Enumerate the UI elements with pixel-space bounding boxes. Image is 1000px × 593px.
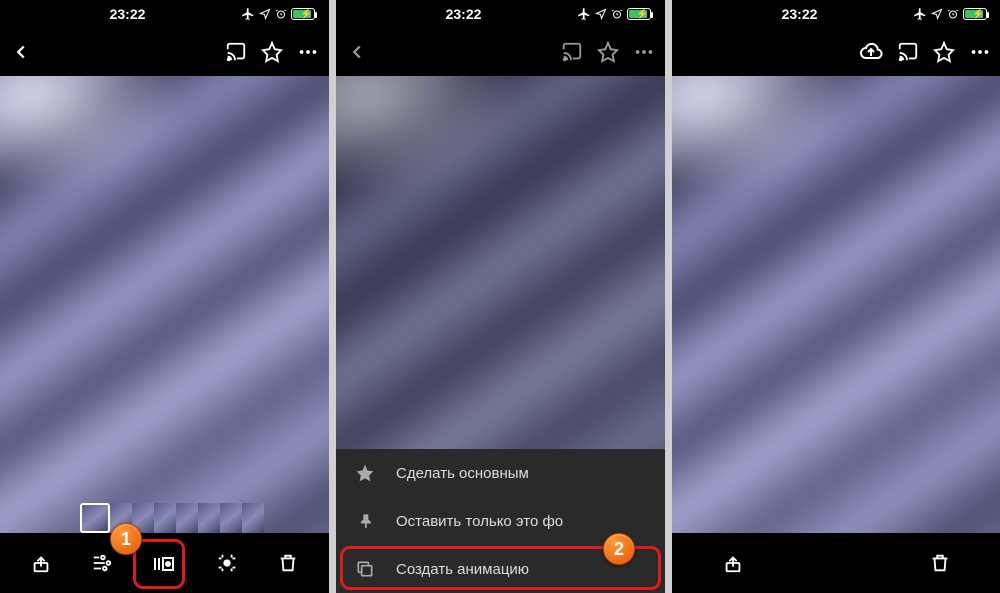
filmstrip-thumb[interactable] (154, 503, 176, 533)
status-icons: ⚡ (241, 7, 315, 21)
motion-filmstrip[interactable] (80, 503, 299, 533)
airplane-icon (913, 7, 927, 21)
star-icon[interactable] (261, 41, 283, 63)
alarm-icon (947, 8, 959, 20)
status-icons: ⚡ (913, 7, 987, 21)
filmstrip-thumb[interactable] (110, 503, 132, 533)
more-icon[interactable] (633, 41, 655, 63)
motion-photo-icon[interactable] (152, 551, 176, 575)
trash-icon[interactable] (929, 552, 951, 574)
status-bar: 23:22 ⚡ (672, 0, 1000, 28)
battery-icon: ⚡ (291, 8, 315, 20)
more-icon[interactable] (297, 41, 319, 63)
filmstrip-thumb[interactable] (242, 503, 264, 533)
star-icon[interactable] (933, 41, 955, 63)
clock: 23:22 (686, 6, 913, 22)
filmstrip-thumb-selected[interactable] (80, 503, 110, 533)
app-bar (672, 28, 1000, 76)
status-bar: 23:22 ⚡ (336, 0, 665, 28)
screen-1: 23:22 ⚡ (0, 0, 329, 593)
filmstrip-thumb[interactable] (220, 503, 242, 533)
screen-2: 23:22 ⚡ (336, 0, 665, 593)
alarm-icon (611, 8, 623, 20)
filmstrip-thumb[interactable] (198, 503, 220, 533)
edit-icon[interactable] (91, 552, 113, 574)
share-icon[interactable] (722, 552, 744, 574)
airplane-icon (241, 7, 255, 21)
sheet-item-label: Оставить только это фо (396, 513, 563, 530)
back-icon[interactable] (10, 41, 32, 63)
airplane-icon (577, 7, 591, 21)
status-bar: 23:22 ⚡ (0, 0, 329, 28)
screen-3: 23:22 ⚡ (672, 0, 1000, 593)
share-icon[interactable] (30, 552, 52, 574)
app-bar (0, 28, 329, 76)
star-icon[interactable] (597, 41, 619, 63)
copy-icon (354, 559, 376, 579)
cloud-upload-icon[interactable] (859, 40, 883, 64)
bottom-sheet: Сделать основным Оставить только это фо … (336, 449, 665, 593)
photo-viewport[interactable]: Сделать основным Оставить только это фо … (336, 76, 665, 593)
bottom-toolbar (0, 533, 329, 593)
cast-icon[interactable] (561, 41, 583, 63)
location-icon (931, 8, 943, 20)
filmstrip-thumb[interactable] (176, 503, 198, 533)
location-icon (595, 8, 607, 20)
sheet-item-label: Создать анимацию (396, 561, 529, 578)
sheet-item-label: Сделать основным (396, 465, 529, 482)
sheet-item-keep-only[interactable]: Оставить только это фо (336, 497, 665, 545)
photo-viewport[interactable] (672, 76, 1000, 593)
sheet-item-create-animation[interactable]: Создать анимацию (336, 545, 665, 593)
battery-icon: ⚡ (627, 8, 651, 20)
alarm-icon (275, 8, 287, 20)
battery-icon: ⚡ (963, 8, 987, 20)
photo-viewport[interactable] (0, 76, 329, 593)
bottom-toolbar (672, 533, 1000, 593)
pin-icon (354, 511, 376, 531)
back-icon[interactable] (346, 41, 368, 63)
status-icons: ⚡ (577, 7, 651, 21)
app-bar (336, 28, 665, 76)
more-icon[interactable] (969, 41, 991, 63)
lens-icon[interactable] (216, 552, 238, 574)
clock: 23:22 (14, 6, 241, 22)
trash-icon[interactable] (277, 552, 299, 574)
filmstrip-thumb[interactable] (132, 503, 154, 533)
location-icon (259, 8, 271, 20)
star-filled-icon (354, 463, 376, 483)
sheet-item-make-main[interactable]: Сделать основным (336, 449, 665, 497)
cast-icon[interactable] (897, 41, 919, 63)
cast-icon[interactable] (225, 41, 247, 63)
photo-content (672, 76, 1000, 593)
clock: 23:22 (350, 6, 577, 22)
